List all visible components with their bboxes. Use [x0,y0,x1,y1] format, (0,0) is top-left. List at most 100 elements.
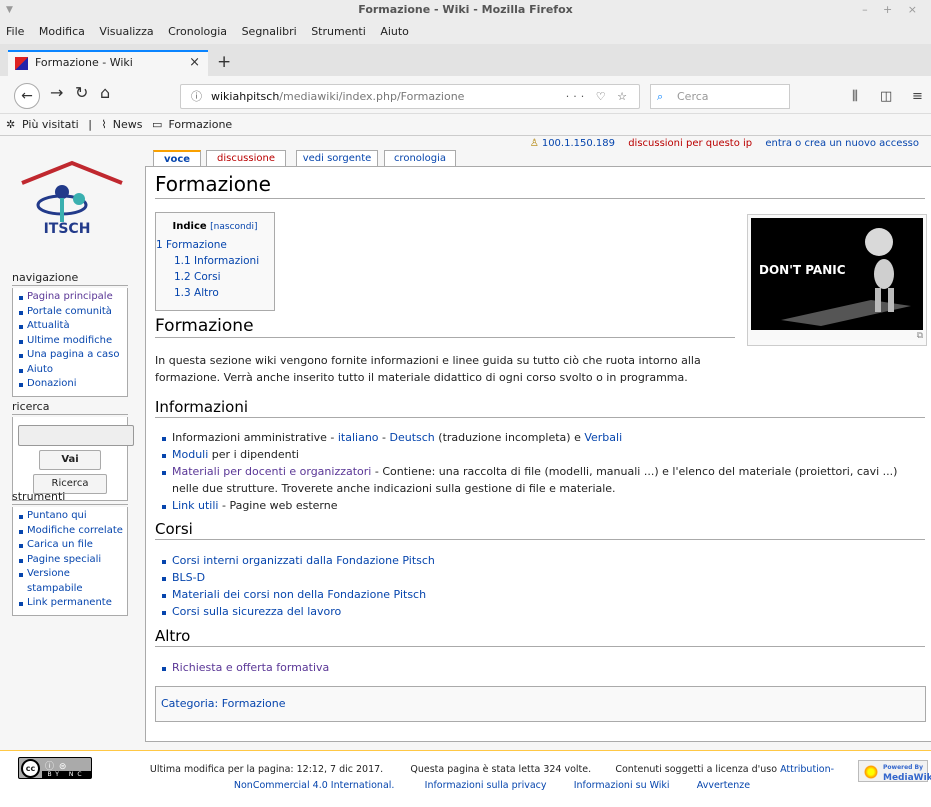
footer-views: Questa pagina è stata letta 324 volte. [410,764,592,775]
menu-segnalibri[interactable]: Segnalibri [242,25,297,38]
mediawiki-label: MediaWiki [883,773,931,783]
hamburger-menu-icon[interactable]: ≡ [912,89,923,104]
tab-close-icon[interactable]: × [189,52,200,74]
powered-by-label: Powered By [883,764,924,771]
toc-toggle[interactable]: [nascondi] [210,222,257,232]
list-item: Informazioni amministrative - italiano -… [160,429,920,446]
go-button[interactable]: Vai [39,450,101,470]
bookmark-most-visited[interactable]: Più visitati [22,118,79,131]
link-richiesta-offerta[interactable]: Richiesta e offerta formativa [160,659,920,676]
bookmark-formazione[interactable]: Formazione [168,118,232,131]
url-host: wikiahpitsch [211,90,280,103]
tab-bar: Formazione - Wiki × + [0,44,931,76]
link-corsi-sicurezza[interactable]: Corsi sulla sicurezza del lavoro [160,603,920,620]
powered-by-mediawiki-badge[interactable]: Powered By MediaWiki [858,760,931,783]
list-item: Link utili - Pagine web esterne [160,497,920,514]
privacy-link[interactable]: Informazioni sulla privacy [425,780,547,791]
nav-recent-changes[interactable]: Ultime modifiche [18,334,127,349]
category-link[interactable]: Categoria: Formazione [161,697,286,710]
link-materiali-corsi[interactable]: Materiali dei corsi non della Fondazione… [160,586,920,603]
nav-random-page[interactable]: Una pagina a caso [18,348,127,363]
cc-license-badge[interactable]: cc ⓘ ⊜ BY NC [18,757,92,779]
url-bar[interactable]: ⓘ wikiahpitsch/mediawiki/index.php/Forma… [180,84,640,109]
sidebar-icon[interactable]: ◫ [880,89,892,104]
browser-tab[interactable]: Formazione - Wiki × [8,50,208,76]
wiki-page: ♙ 100.1.150.189 discussioni per questo ip… [0,136,931,807]
search-engine-icon[interactable]: ⌕ [657,85,663,108]
page-actions-icon[interactable]: ··· ♡ ☆ [566,85,631,108]
menu-cronologia[interactable]: Cronologia [168,25,227,38]
toc-item[interactable]: 1.2 Corsi [156,269,274,285]
link-moduli[interactable]: Moduli [172,448,208,461]
site-logo[interactable]: ITSCH [17,159,127,243]
wiki-search-input[interactable] [18,425,134,446]
back-arrow-icon[interactable]: ← [14,83,40,109]
library-icon[interactable]: ⫼ [852,89,858,104]
footer-info: Ultima modifica per la pagina: 12:12, 7 … [147,762,837,794]
menu-visualizza[interactable]: Visualizza [99,25,153,38]
nav-community-portal[interactable]: Portale comunità [18,305,127,320]
nav-help[interactable]: Aiuto [18,363,127,378]
category-links: Categoria: Formazione [155,686,926,722]
toc-item[interactable]: 1 Formazione [156,237,274,253]
tool-permanent-link[interactable]: Link permanente [18,596,127,611]
license-link[interactable]: Attribution- [780,764,834,775]
tool-related-changes[interactable]: Modifiche correlate [18,524,127,539]
tab-vedi-sorgente[interactable]: vedi sorgente [296,150,378,166]
talk-link[interactable]: discussioni per questo ip [628,138,752,149]
toc-item[interactable]: 1.1 Informazioni [156,253,274,269]
tab-discussione[interactable]: discussione [206,150,286,166]
about-link[interactable]: Informazioni su Wiki [574,780,670,791]
menu-modifica[interactable]: Modifica [39,25,85,38]
window-controls[interactable]: – + × [862,0,923,20]
search-bar[interactable]: ⌕ Cerca [650,84,790,109]
url-path: /mediawiki/index.php/Formazione [279,90,465,103]
disclaimer-link[interactable]: Avvertenze [697,780,750,791]
rss-icon: ⌇ [101,118,107,131]
license-link-2[interactable]: NonCommercial 4.0 International. [234,780,395,791]
window-menu-icon[interactable]: ▼ [6,0,13,20]
mediawiki-icon [864,765,878,779]
menu-file[interactable]: File [6,25,24,38]
dont-panic-image[interactable]: DON'T PANIC [751,218,923,330]
nav-main-page[interactable]: Pagina principale [18,290,127,305]
window-title: Formazione - Wiki - Mozilla Firefox [358,3,573,16]
reload-icon[interactable]: ↻ [75,83,88,102]
thumbnail[interactable]: DON'T PANIC ⧉ [747,214,927,346]
menu-aiuto[interactable]: Aiuto [380,25,409,38]
link-bls-d[interactable]: BLS-D [160,569,920,586]
link-utili[interactable]: Link utili [172,499,218,512]
corsi-list: Corsi interni organizzati dalla Fondazio… [160,552,920,620]
enlarge-icon[interactable]: ⧉ [751,330,923,343]
intro-paragraph: In questa sezione wiki vengono fornite i… [155,354,701,384]
info-icon[interactable]: ⓘ [191,85,202,108]
new-tab-icon[interactable]: + [217,52,231,72]
tool-upload-file[interactable]: Carica un file [18,538,127,553]
link-italiano[interactable]: italiano [338,431,379,444]
menubar: File Modifica Visualizza Cronologia Segn… [0,20,931,44]
search-heading: ricerca [12,400,128,415]
link-corsi-interni[interactable]: Corsi interni organizzati dalla Fondazio… [160,552,920,569]
nav-current-events[interactable]: Attualità [18,319,127,334]
tab-voce[interactable]: voce [153,150,201,166]
tool-printable-version[interactable]: Versione stampabile [18,567,127,596]
tool-special-pages[interactable]: Pagine speciali [18,553,127,568]
bookmark-news[interactable]: News [113,118,143,131]
link-materiali-docenti[interactable]: Materiali per docenti e organizzatori [172,465,371,478]
search-placeholder: Cerca [677,90,709,103]
nav-donations[interactable]: Donazioni [18,377,127,392]
tab-cronologia[interactable]: cronologia [384,150,456,166]
menu-strumenti[interactable]: Strumenti [311,25,366,38]
favicon-icon [15,57,28,70]
forward-arrow-icon[interactable]: → [50,83,63,102]
link-deutsch[interactable]: Deutsch [390,431,435,444]
section-heading-informazioni: Informazioni [155,398,925,418]
toc-item[interactable]: 1.3 Altro [156,285,274,301]
tool-what-links-here[interactable]: Puntano qui [18,509,127,524]
thumb-text: DON'T PANIC [759,263,846,277]
link-verbali[interactable]: Verbali [584,431,622,444]
informazioni-list: Informazioni amministrative - italiano -… [160,429,920,514]
home-icon[interactable]: ⌂ [100,83,110,102]
ip-link[interactable]: 100.1.150.189 [542,138,615,149]
login-link[interactable]: entra o crea un nuovo accesso [765,138,919,149]
